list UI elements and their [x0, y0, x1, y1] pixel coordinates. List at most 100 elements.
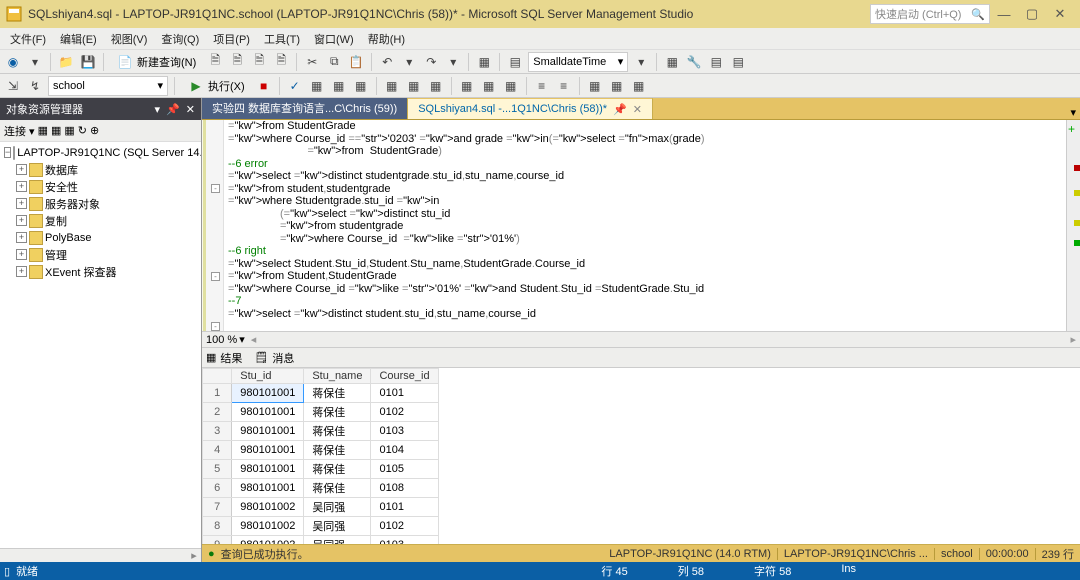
cell[interactable]: 吴同强 — [304, 536, 371, 545]
table-row[interactable]: 7980101002吴同强0101 — [203, 498, 439, 517]
table-row[interactable]: 5980101001蒋保佳0105 — [203, 460, 439, 479]
tb2-icon-8[interactable]: ▦ — [427, 77, 445, 95]
expand-icon[interactable]: + — [16, 249, 27, 260]
cell[interactable]: 2 — [203, 403, 232, 422]
tb-icon-9[interactable]: 🔧 — [685, 53, 703, 71]
cell[interactable]: 0102 — [371, 517, 438, 536]
pane-dropdown-icon[interactable]: ▾ — [155, 103, 161, 116]
code-area[interactable]: ="kw">from StudentGrade="kw">where Cours… — [224, 120, 1066, 331]
column-header[interactable]: Course_id — [371, 369, 438, 384]
tb-icon-10[interactable]: ▤ — [707, 53, 725, 71]
tree-node[interactable]: +管理 — [2, 246, 199, 263]
tb2-icon-13[interactable]: ≡ — [555, 77, 573, 95]
tb2-icon-5[interactable]: ▦ — [352, 77, 370, 95]
copy-icon[interactable]: ⧉ — [325, 53, 343, 71]
cell[interactable]: 980101001 — [232, 422, 304, 441]
cell[interactable]: 蒋保佳 — [304, 384, 371, 403]
undo-dd-icon[interactable]: ▾ — [400, 53, 418, 71]
scroll-right-icon[interactable]: ▸ — [187, 549, 201, 562]
tb2-icon-10[interactable]: ▦ — [480, 77, 498, 95]
tab-pin-icon[interactable]: 📌 — [613, 103, 627, 116]
tb2-icon-1[interactable]: ⇲ — [4, 77, 22, 95]
pane-pin-icon[interactable]: 📌 — [166, 103, 180, 116]
menu-window[interactable]: 窗口(W) — [308, 29, 360, 49]
tab-inactive[interactable]: 实验四 数据库查询语言...C\Chris (59)) — [202, 98, 408, 119]
cell[interactable]: 7 — [203, 498, 232, 517]
tb-icon-7[interactable]: ▾ — [632, 53, 650, 71]
tabs-dropdown-icon[interactable]: ▾ — [1066, 106, 1080, 119]
cell[interactable]: 吴同强 — [304, 517, 371, 536]
cell[interactable]: 8 — [203, 517, 232, 536]
paste-icon[interactable]: 📋 — [347, 53, 365, 71]
execute-button[interactable]: ▶执行(X) — [181, 76, 251, 96]
parse-icon[interactable]: ✓ — [286, 77, 304, 95]
tb-icon-3[interactable]: 🗎 — [250, 53, 268, 71]
cell[interactable]: 980101001 — [232, 479, 304, 498]
cell[interactable]: 0102 — [371, 403, 438, 422]
zoom-dropdown-icon[interactable]: ▾ — [239, 333, 245, 346]
tb2-icon-6[interactable]: ▦ — [383, 77, 401, 95]
redo-icon[interactable]: ↷ — [422, 53, 440, 71]
cell[interactable]: 980101002 — [232, 517, 304, 536]
tree-node[interactable]: +XEvent 探查器 — [2, 263, 199, 280]
minimize-button[interactable]: — — [990, 4, 1018, 24]
cell[interactable]: 蒋保佳 — [304, 441, 371, 460]
table-row[interactable]: 4980101001蒋保佳0104 — [203, 441, 439, 460]
table-row[interactable]: 1980101001蒋保佳0101 — [203, 384, 439, 403]
cell[interactable]: 0103 — [371, 536, 438, 545]
stop-icon[interactable]: ■ — [255, 77, 273, 95]
cell[interactable]: 980101001 — [232, 384, 304, 403]
cell[interactable]: 1 — [203, 384, 232, 403]
cell[interactable]: 蒋保佳 — [304, 422, 371, 441]
tb2-icon-7[interactable]: ▦ — [405, 77, 423, 95]
cell[interactable]: 4 — [203, 441, 232, 460]
cell[interactable]: 0104 — [371, 441, 438, 460]
maximize-button[interactable]: ▢ — [1018, 4, 1046, 24]
tb-icon-11[interactable]: ▤ — [729, 53, 747, 71]
tb-icon-8[interactable]: ▦ — [663, 53, 681, 71]
cell[interactable]: 蒋保佳 — [304, 403, 371, 422]
dropdown-icon[interactable]: ▾ — [26, 53, 44, 71]
undo-icon[interactable]: ↶ — [378, 53, 396, 71]
object-tree[interactable]: −LAPTOP-JR91Q1NC (SQL Server 14.0. +数据库+… — [0, 142, 201, 548]
tb2-icon-4[interactable]: ▦ — [330, 77, 348, 95]
cell[interactable]: 9 — [203, 536, 232, 545]
new-query-button[interactable]: 📄新建查询(N) — [110, 52, 202, 72]
redo-dd-icon[interactable]: ▾ — [444, 53, 462, 71]
tree-node[interactable]: +复制 — [2, 212, 199, 229]
table-row[interactable]: 8980101002吴同强0102 — [203, 517, 439, 536]
menu-project[interactable]: 项目(P) — [207, 29, 256, 49]
expand-icon[interactable]: + — [16, 198, 27, 209]
tree-node[interactable]: +服务器对象 — [2, 195, 199, 212]
tb2-icon-16[interactable]: ▦ — [630, 77, 648, 95]
cell[interactable]: 980101002 — [232, 536, 304, 545]
column-header[interactable]: Stu_name — [304, 369, 371, 384]
sql-editor[interactable]: --- ="kw">from StudentGrade="kw">where C… — [202, 120, 1080, 332]
column-header[interactable]: Stu_id — [232, 369, 304, 384]
cell[interactable]: 6 — [203, 479, 232, 498]
cell[interactable]: 5 — [203, 460, 232, 479]
tb2-icon-14[interactable]: ▦ — [586, 77, 604, 95]
tb2-icon-12[interactable]: ≡ — [533, 77, 551, 95]
results-tab[interactable]: ▦结果 — [206, 350, 242, 366]
open-icon[interactable]: 📁 — [57, 53, 75, 71]
menu-help[interactable]: 帮助(H) — [362, 29, 411, 49]
conn-icon-4[interactable]: ↻ — [78, 124, 87, 137]
menu-view[interactable]: 视图(V) — [105, 29, 154, 49]
cell[interactable]: 0101 — [371, 384, 438, 403]
tb2-icon-11[interactable]: ▦ — [502, 77, 520, 95]
table-row[interactable]: 9980101002吴同强0103 — [203, 536, 439, 545]
menu-query[interactable]: 查询(Q) — [155, 29, 205, 49]
cell[interactable]: 蒋保佳 — [304, 460, 371, 479]
menu-tools[interactable]: 工具(T) — [258, 29, 306, 49]
save-icon[interactable]: 💾 — [79, 53, 97, 71]
pane-close-icon[interactable]: ✕ — [186, 103, 195, 116]
cut-icon[interactable]: ✂ — [303, 53, 321, 71]
tab-close-icon[interactable]: ✕ — [633, 103, 642, 116]
cell[interactable]: 3 — [203, 422, 232, 441]
fold-icon[interactable]: - — [211, 322, 220, 331]
back-icon[interactable]: ◉ — [4, 53, 22, 71]
cell[interactable]: 吴同强 — [304, 498, 371, 517]
fold-icon[interactable]: - — [211, 184, 220, 193]
messages-tab[interactable]: 🗒消息 — [254, 350, 294, 366]
